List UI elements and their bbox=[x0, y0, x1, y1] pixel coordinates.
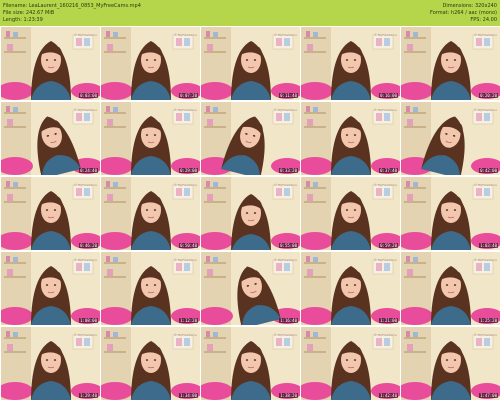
timestamp-label: 0:46:20 bbox=[79, 243, 98, 248]
watermark-label: © MyFreeCams bbox=[273, 33, 297, 37]
timestamp-label: 0:55:00 bbox=[279, 243, 298, 248]
timestamp-label: 0:07:20 bbox=[179, 93, 198, 98]
watermark-label: © MyFreeCams bbox=[373, 258, 397, 262]
timestamp-label: 0:33:20 bbox=[279, 168, 298, 173]
watermark-label: © MyFreeCams bbox=[173, 183, 197, 187]
watermark-label: © MyFreeCams bbox=[373, 333, 397, 337]
video-thumbnail: © MyFreeCams 1:42:40 bbox=[301, 327, 400, 400]
video-thumbnail: © MyFreeCams 0:33:20 bbox=[201, 102, 300, 175]
timestamp-label: 1:16:40 bbox=[279, 318, 298, 323]
fps-label: FPS: 24.00 bbox=[470, 17, 497, 23]
timestamp-label: 0:24:40 bbox=[79, 168, 98, 173]
video-thumbnail: © MyFreeCams 0:55:00 bbox=[201, 177, 300, 250]
watermark-label: © MyFreeCams bbox=[373, 108, 397, 112]
watermark-label: © MyFreeCams bbox=[73, 333, 97, 337]
timestamp-label: 0:37:40 bbox=[379, 168, 398, 173]
video-thumbnail: © MyFreeCams 1:29:40 bbox=[1, 327, 100, 400]
video-thumbnail: © MyFreeCams 0:37:40 bbox=[301, 102, 400, 175]
timestamp-label: 1:25:20 bbox=[479, 318, 498, 323]
timestamp-label: 0:59:20 bbox=[379, 243, 398, 248]
video-thumbnail: © MyFreeCams 1:12:20 bbox=[101, 252, 200, 325]
format-label: Format: h264 / aac (mono) bbox=[430, 10, 497, 16]
timestamp-label: 1:29:40 bbox=[79, 393, 98, 398]
timestamp-label: 1:03:40 bbox=[479, 243, 498, 248]
video-thumbnail: © MyFreeCams 0:29:00 bbox=[101, 102, 200, 175]
video-thumbnail: © MyFreeCams 1:34:00 bbox=[101, 327, 200, 400]
length-label: Length: 1:23:39 bbox=[3, 17, 43, 23]
timestamp-label: 1:38:20 bbox=[279, 393, 298, 398]
watermark-label: © MyFreeCams bbox=[273, 183, 297, 187]
watermark-label: © MyFreeCams bbox=[473, 258, 497, 262]
watermark-label: © MyFreeCams bbox=[173, 258, 197, 262]
dimensions-label: Dimensions: 320x240 bbox=[442, 3, 497, 9]
video-thumbnail: © MyFreeCams 1:03:40 bbox=[401, 177, 500, 250]
video-thumbnail: © MyFreeCams 1:21:00 bbox=[301, 252, 400, 325]
video-thumbnail: © MyFreeCams 0:50:40 bbox=[101, 177, 200, 250]
watermark-label: © MyFreeCams bbox=[473, 108, 497, 112]
timestamp-label: 0:16:00 bbox=[379, 93, 398, 98]
watermark-label: © MyFreeCams bbox=[173, 108, 197, 112]
video-thumbnail: © MyFreeCams 0:11:40 bbox=[201, 27, 300, 100]
timestamp-label: 1:12:20 bbox=[179, 318, 198, 323]
timestamp-label: 0:50:40 bbox=[179, 243, 198, 248]
video-thumbnail: © MyFreeCams 1:16:40 bbox=[201, 252, 300, 325]
thumbnail-grid: © MyFreeCams 0:03:00 © MyFreeCams 0:07:20 bbox=[0, 26, 500, 401]
video-thumbnail: © MyFreeCams 0:20:20 bbox=[401, 27, 500, 100]
watermark-label: © MyFreeCams bbox=[73, 108, 97, 112]
watermark-label: © MyFreeCams bbox=[73, 33, 97, 37]
video-thumbnail: © MyFreeCams 0:46:20 bbox=[1, 177, 100, 250]
video-thumbnail: © MyFreeCams 1:25:20 bbox=[401, 252, 500, 325]
watermark-label: © MyFreeCams bbox=[173, 33, 197, 37]
timestamp-label: 0:42:00 bbox=[479, 168, 498, 173]
video-thumbnail: © MyFreeCams 1:47:00 bbox=[401, 327, 500, 400]
watermark-label: © MyFreeCams bbox=[373, 183, 397, 187]
video-thumbnail: © MyFreeCams 1:38:20 bbox=[201, 327, 300, 400]
watermark-label: © MyFreeCams bbox=[73, 258, 97, 262]
video-thumbnail: © MyFreeCams 0:03:00 bbox=[1, 27, 100, 100]
timestamp-label: 1:08:00 bbox=[79, 318, 98, 323]
timestamp-label: 0:03:00 bbox=[79, 93, 98, 98]
timestamp-label: 1:47:00 bbox=[479, 393, 498, 398]
watermark-label: © MyFreeCams bbox=[473, 333, 497, 337]
watermark-label: © MyFreeCams bbox=[273, 333, 297, 337]
watermark-label: © MyFreeCams bbox=[73, 183, 97, 187]
contact-sheet-header: Filename: LeaLaurent_160216_0853_MyFreeC… bbox=[0, 0, 500, 26]
video-thumbnail: © MyFreeCams 0:59:20 bbox=[301, 177, 400, 250]
timestamp-label: 0:20:20 bbox=[479, 93, 498, 98]
video-thumbnail: © MyFreeCams 0:42:00 bbox=[401, 102, 500, 175]
timestamp-label: 1:34:00 bbox=[179, 393, 198, 398]
watermark-label: © MyFreeCams bbox=[273, 258, 297, 262]
watermark-label: © MyFreeCams bbox=[173, 333, 197, 337]
timestamp-label: 0:29:00 bbox=[179, 168, 198, 173]
watermark-label: © MyFreeCams bbox=[473, 183, 497, 187]
video-thumbnail: © MyFreeCams 0:16:00 bbox=[301, 27, 400, 100]
watermark-label: © MyFreeCams bbox=[473, 33, 497, 37]
video-thumbnail: © MyFreeCams 1:08:00 bbox=[1, 252, 100, 325]
watermark-label: © MyFreeCams bbox=[273, 108, 297, 112]
video-thumbnail: © MyFreeCams 0:07:20 bbox=[101, 27, 200, 100]
timestamp-label: 0:11:40 bbox=[279, 93, 298, 98]
timestamp-label: 1:42:40 bbox=[379, 393, 398, 398]
timestamp-label: 1:21:00 bbox=[379, 318, 398, 323]
file-size-label: File size: 242.67 MiB bbox=[3, 10, 55, 16]
watermark-label: © MyFreeCams bbox=[373, 33, 397, 37]
filename-label: Filename: LeaLaurent_160216_0853_MyFreeC… bbox=[3, 3, 141, 9]
video-thumbnail: © MyFreeCams 0:24:40 bbox=[1, 102, 100, 175]
